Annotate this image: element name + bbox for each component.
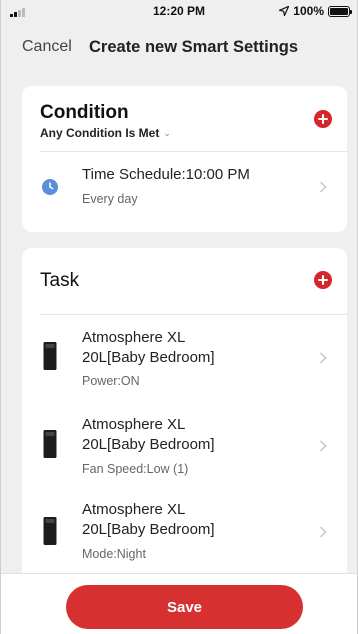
task-header: Task	[40, 270, 347, 292]
status-right: 100%	[279, 4, 352, 18]
task-row-detail: Power:ON	[82, 374, 140, 388]
condition-row-label: Time Schedule:10:00 PM	[82, 166, 250, 183]
task-row-name-line1: Atmosphere XL	[82, 416, 186, 433]
task-row-name-line2: 20L[Baby Bedroom]	[82, 349, 215, 366]
task-row-detail: Mode:Night	[82, 547, 146, 561]
task-row[interactable]: Atmosphere XL 20L[Baby Bedroom] Mode:Nig…	[22, 491, 347, 579]
add-condition-button[interactable]	[314, 110, 332, 128]
status-time: 12:20 PM	[152, 4, 206, 18]
condition-row[interactable]: Time Schedule:10:00 PM Every day	[22, 152, 347, 232]
chevron-right-icon	[320, 352, 327, 364]
plus-icon	[318, 275, 328, 285]
page-title: Create new Smart Settings	[89, 37, 299, 56]
air-purifier-icon	[43, 517, 57, 545]
clock-icon	[42, 179, 58, 195]
task-row-detail: Fan Speed:Low (1)	[82, 462, 189, 476]
chevron-down-icon: ⌄	[163, 127, 171, 138]
task-row-name-line2: 20L[Baby Bedroom]	[82, 436, 215, 453]
left-edge-border	[0, 0, 1, 634]
condition-card: Condition Any Condition Is Met ⌄ Time Sc…	[22, 86, 347, 232]
bottom-bar: Save	[0, 573, 358, 634]
battery-icon	[328, 5, 352, 17]
condition-title: Condition	[40, 102, 129, 123]
task-row[interactable]: Atmosphere XL 20L[Baby Bedroom] Power:ON	[22, 315, 347, 403]
task-row[interactable]: Atmosphere XL 20L[Baby Bedroom] Fan Spee…	[22, 403, 347, 491]
location-arrow-icon	[279, 6, 290, 16]
task-row-name-line1: Atmosphere XL	[82, 501, 186, 518]
status-bar: 12:20 PM 100%	[0, 0, 358, 22]
battery-percent: 100%	[293, 4, 324, 18]
chevron-right-icon	[320, 181, 327, 193]
condition-mode-label: Any Condition Is Met	[40, 126, 160, 140]
nav-bar: Cancel Create new Smart Settings	[0, 34, 358, 60]
task-row-name-line2: 20L[Baby Bedroom]	[82, 521, 215, 538]
task-row-name-line1: Atmosphere XL	[82, 329, 186, 346]
task-title: Task	[40, 270, 80, 291]
cancel-button[interactable]: Cancel	[22, 38, 72, 56]
plus-icon	[318, 114, 328, 124]
air-purifier-icon	[43, 342, 57, 370]
condition-row-detail: Every day	[82, 192, 138, 206]
condition-header: Condition Any Condition Is Met ⌄	[40, 102, 347, 140]
add-task-button[interactable]	[314, 271, 332, 289]
signal-icon	[10, 8, 25, 17]
chevron-right-icon	[320, 526, 327, 538]
chevron-right-icon	[320, 440, 327, 452]
condition-mode-dropdown[interactable]: Any Condition Is Met ⌄	[40, 126, 347, 140]
save-button[interactable]: Save	[66, 585, 303, 629]
air-purifier-icon	[43, 430, 57, 458]
